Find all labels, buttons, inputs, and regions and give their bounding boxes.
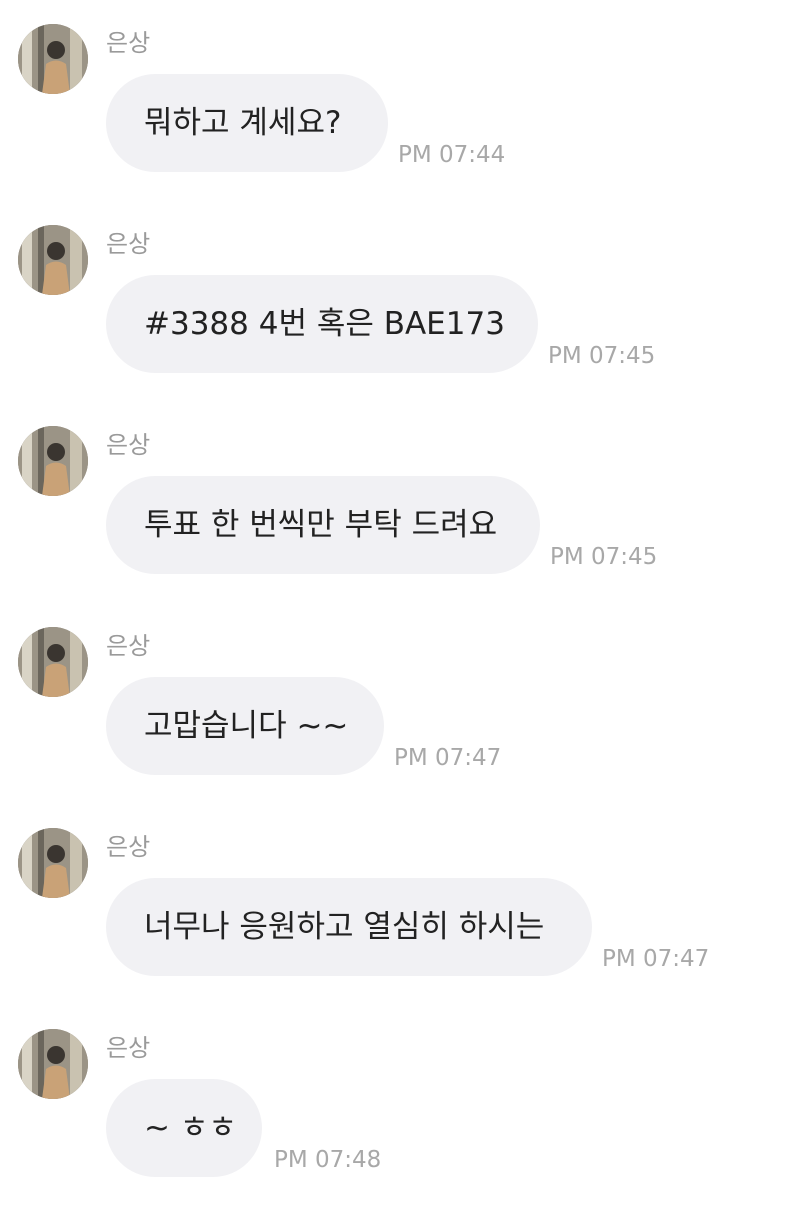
chat-thread: 은상 뭐하고 계세요? PM 07:44 은상 #3388 4번 혹은 BAE1… [0, 0, 800, 1200]
message-bubble[interactable]: 너무나 응원하고 열심히 하시는 [106, 878, 592, 976]
sender-name: 은상 [106, 230, 151, 258]
avatar[interactable] [18, 24, 88, 94]
avatar[interactable] [18, 426, 88, 496]
avatar[interactable] [18, 828, 88, 898]
message-time: PM 07:45 [550, 544, 658, 570]
avatar[interactable] [18, 627, 88, 697]
chat-message: 은상 ~ ㅎㅎ PM 07:48 [0, 1029, 800, 1209]
message-time: PM 07:44 [398, 142, 506, 168]
message-time: PM 07:47 [394, 745, 502, 771]
chat-message: 은상 너무나 응원하고 열심히 하시는 PM 07:47 [0, 828, 800, 1008]
sender-name: 은상 [106, 1034, 151, 1062]
message-time: PM 07:47 [602, 946, 710, 972]
message-bubble[interactable]: 뭐하고 계세요? [106, 74, 388, 172]
chat-message: 은상 투표 한 번씩만 부탁 드려요 PM 07:45 [0, 426, 800, 606]
message-bubble[interactable]: #3388 4번 혹은 BAE173 [106, 275, 538, 373]
chat-message: 은상 뭐하고 계세요? PM 07:44 [0, 24, 800, 204]
sender-name: 은상 [106, 431, 151, 459]
sender-name: 은상 [106, 833, 151, 861]
message-time: PM 07:45 [548, 343, 656, 369]
message-bubble[interactable]: ~ ㅎㅎ [106, 1079, 262, 1177]
sender-name: 은상 [106, 632, 151, 660]
avatar[interactable] [18, 1029, 88, 1099]
message-bubble[interactable]: 투표 한 번씩만 부탁 드려요 [106, 476, 540, 574]
chat-message: 은상 고맙습니다 ~~ PM 07:47 [0, 627, 800, 807]
chat-message: 은상 #3388 4번 혹은 BAE173 PM 07:45 [0, 225, 800, 405]
message-bubble[interactable]: 고맙습니다 ~~ [106, 677, 384, 775]
avatar[interactable] [18, 225, 88, 295]
sender-name: 은상 [106, 29, 151, 57]
message-time: PM 07:48 [274, 1147, 382, 1173]
